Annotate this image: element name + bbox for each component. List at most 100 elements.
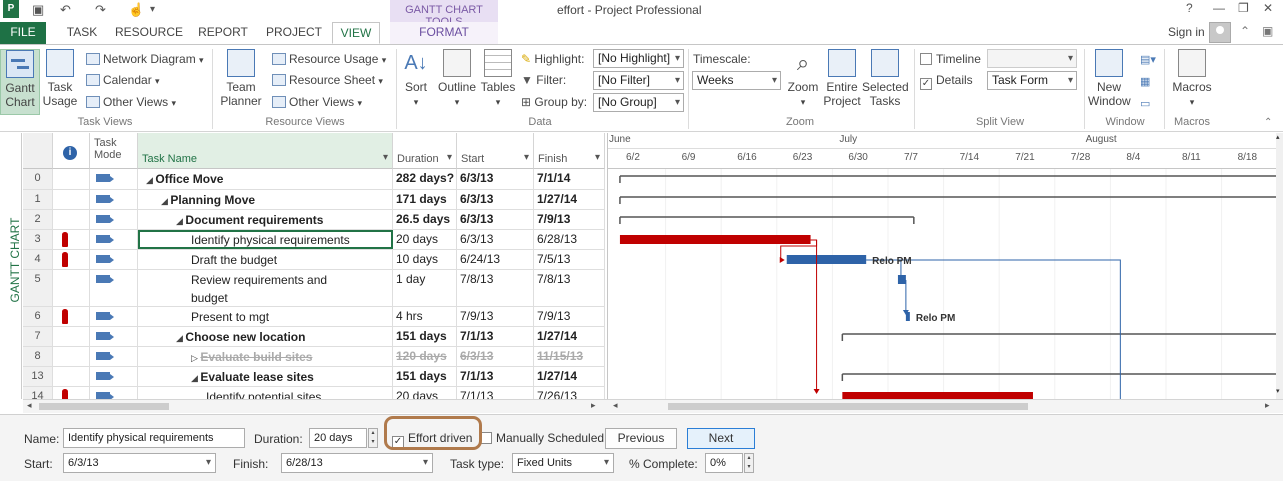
table-row[interactable]: 7 ◢ Choose new location 151 days 7/1/13 1/27… [23,327,605,347]
finish-cell[interactable]: 11/15/13 [534,347,605,366]
timeline-dropdown[interactable] [987,49,1077,68]
indicator-cell[interactable] [53,347,90,366]
task-name-input[interactable]: Identify physical requirements [63,428,245,448]
sign-in-link[interactable]: Sign in [1168,25,1205,39]
grid-scroll-right-icon[interactable]: ▸ [591,400,596,411]
task-name-cell[interactable]: Identify potential sites [138,387,393,399]
tab-file[interactable]: FILE [0,22,46,44]
task-mode-cell[interactable] [90,250,138,269]
timeline-checkbox[interactable]: Timeline [920,50,981,68]
gantt-chart-button[interactable]: Gantt Chart [0,49,40,115]
row-id[interactable]: 4 [23,250,53,269]
close-button[interactable]: ✕ [1263,1,1273,15]
duration-cell[interactable]: 20 days [393,387,457,399]
table-row[interactable]: 4 Draft the budget 10 days 6/24/13 7/5/13 [23,250,605,270]
task-mode-cell[interactable] [90,367,138,386]
new-window-button[interactable]: New Window [1088,49,1131,108]
duration-cell[interactable]: 171 days [393,190,457,209]
task-mode-cell[interactable] [90,210,138,229]
duration-cell[interactable]: 20 days [393,230,457,249]
filter-dropdown[interactable]: [No Filter] [593,71,684,90]
task-name-cell[interactable]: Identify physical requirements [138,230,393,249]
row-id[interactable]: 6 [23,307,53,326]
indicator-cell[interactable] [53,169,90,189]
task-mode-cell[interactable] [90,270,138,306]
task-name-cell[interactable]: Present to mgt [138,307,393,326]
tab-view[interactable]: VIEW [332,22,380,44]
next-button[interactable]: Next [687,428,755,449]
finish-cell[interactable]: 7/8/13 [534,270,605,306]
task-type-dropdown[interactable]: Fixed Units [512,453,614,473]
task-mode-header[interactable]: Task Mode [90,133,138,169]
grid-scroll-thumb[interactable] [39,403,169,410]
row-id[interactable]: 14 [23,387,53,399]
outline-toggle-icon[interactable]: ◢ [161,196,170,206]
duration-spinner[interactable]: ▴ ▾ [368,428,378,448]
finish-cell[interactable]: 1/27/14 [534,367,605,386]
row-id[interactable]: 1 [23,190,53,209]
switch-windows-icon[interactable]: ▤▾ [1140,53,1156,66]
row-id[interactable]: 0 [23,169,53,189]
task-name-cell[interactable]: ◢ Document requirements [138,210,393,229]
view-bar[interactable]: GANTT CHART [0,133,22,399]
chart-scroll-left-icon[interactable]: ◂ [613,400,618,411]
task-mode-cell[interactable] [90,347,138,366]
duration-cell[interactable]: 10 days [393,250,457,269]
start-cell[interactable]: 6/3/13 [457,230,534,249]
start-cell[interactable]: 6/3/13 [457,210,534,229]
indicator-cell[interactable] [53,307,90,326]
details-dropdown[interactable]: Task Form [987,71,1077,90]
task-name-cell[interactable]: ◢ Office Move [138,169,393,189]
minimize-button[interactable]: — [1213,1,1225,15]
duration-input[interactable]: 20 days [309,428,367,448]
indicator-cell[interactable] [53,190,90,209]
grid-scroll-left-icon[interactable]: ◂ [27,400,32,411]
timescale-dropdown[interactable]: Weeks [692,71,781,90]
hide-window-icon[interactable]: ▭ [1140,97,1150,110]
duration-cell[interactable]: 1 day [393,270,457,306]
other-resource-views-button[interactable]: Other Views ▾ [272,93,362,111]
task-mode-cell[interactable] [90,327,138,346]
task-name-cell[interactable]: ▷ Evaluate build sites [138,347,393,366]
task-name-cell[interactable]: Draft the budget [138,250,393,269]
task-name-header[interactable]: Task Name ▾ [138,133,393,169]
indicator-cell[interactable] [53,327,90,346]
timeline-checkbox-box[interactable] [920,53,932,65]
table-row[interactable]: 6 Present to mgt 4 hrs 7/9/13 7/9/13 [23,307,605,327]
start-cell[interactable]: 6/3/13 [457,190,534,209]
task-mode-cell[interactable] [90,230,138,249]
finish-cell[interactable]: 7/9/13 [534,210,605,229]
group-by-dropdown[interactable]: [No Group] [593,93,684,112]
duration-cell[interactable]: 120 days [393,347,457,366]
previous-button[interactable]: Previous [605,428,677,449]
collapse-ribbon-icon[interactable]: ⌃ [1264,117,1272,128]
finish-cell[interactable]: 6/28/13 [534,230,605,249]
avatar[interactable] [1209,22,1231,43]
task-usage-button[interactable]: Task Usage [40,49,80,108]
indicator-cell[interactable] [53,270,90,306]
row-id[interactable]: 13 [23,367,53,386]
finish-date-picker[interactable]: 6/28/13 [281,453,433,473]
manually-scheduled-checkbox[interactable]: Manually Scheduled [480,431,604,445]
finish-header[interactable]: Finish ▾ [534,133,605,169]
outline-toggle-icon[interactable]: ◢ [176,333,185,343]
table-row[interactable]: 14 Identify potential sites 20 days 7/1/13 7… [23,387,605,399]
table-row[interactable]: 8 ▷ Evaluate build sites 120 days 6/3/13 11/… [23,347,605,367]
restore-button[interactable]: ❐ [1238,1,1249,15]
start-date-picker[interactable]: 6/3/13 [63,453,216,473]
tab-project[interactable]: PROJECT [262,22,326,44]
start-cell[interactable]: 6/24/13 [457,250,534,269]
macros-button[interactable]: Macros ▾ [1170,49,1214,109]
indicator-cell[interactable] [53,230,90,249]
start-cell[interactable]: 7/1/13 [457,367,534,386]
row-id[interactable]: 8 [23,347,53,366]
network-diagram-button[interactable]: Network Diagram ▾ [86,50,204,68]
task-name-cell[interactable]: ◢ Planning Move [138,190,393,209]
table-row[interactable]: 1 ◢ Planning Move 171 days 6/3/13 1/27/14 [23,190,605,210]
chart-scroll-right-icon[interactable]: ▸ [1265,400,1270,411]
touch-mode-icon[interactable]: ☝ [128,2,144,18]
duration-cell[interactable]: 151 days [393,327,457,346]
details-checkbox-box[interactable]: ✓ [920,78,932,90]
finish-cell[interactable]: 7/26/13 [534,387,605,399]
customize-qat-icon[interactable]: ▾ [150,4,155,15]
